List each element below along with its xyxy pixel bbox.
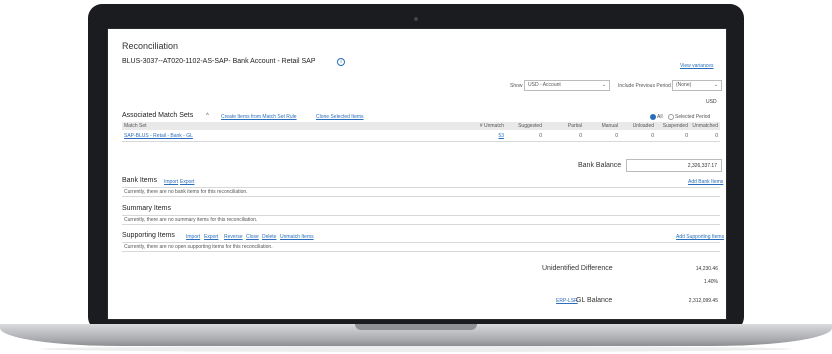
cell-suspended: 0: [685, 133, 688, 139]
import-bank-link[interactable]: Import: [164, 179, 178, 185]
import-supporting-link[interactable]: Import: [186, 234, 200, 240]
period-select-value: (None): [676, 82, 692, 88]
clone-items-link[interactable]: Clone Selected Items: [316, 114, 364, 120]
cell-suggested: 0: [539, 133, 542, 139]
close-link[interactable]: Close: [246, 234, 259, 240]
radio-selected-period[interactable]: [668, 114, 674, 120]
period-select[interactable]: (None) ⌄: [672, 80, 722, 91]
unmatch-items-link[interactable]: Unmatch Items: [280, 234, 314, 240]
bank-balance-label: Bank Balance: [578, 162, 622, 169]
divider: [122, 215, 720, 216]
laptop-notch: [355, 324, 477, 330]
chevron-down-icon: ⌄: [714, 82, 719, 88]
col-match-set: Match Set: [124, 123, 147, 129]
reverse-link[interactable]: Reverse: [224, 234, 243, 240]
account-title: BLUS-3037--AT020-1102-AS-SAP- Bank Accou…: [122, 58, 316, 65]
unidentified-value: 14,230.46: [695, 266, 718, 272]
info-icon[interactable]: i: [337, 58, 345, 66]
divider: [122, 224, 720, 225]
unidentified-percent: 1.40%: [703, 279, 718, 285]
cell-manual: 0: [615, 133, 618, 139]
unidentified-label: Unidentified Difference: [542, 265, 613, 272]
create-items-link[interactable]: Create Items from Match Set Rule: [221, 114, 297, 120]
cell-unloaded: 0: [651, 133, 654, 139]
divider: [122, 187, 720, 188]
app-screen: Reconciliation BLUS-3037--AT020-1102-AS-…: [107, 28, 727, 320]
bank-items-title: Bank Items: [122, 177, 158, 184]
col-suggested: Suggested: [518, 123, 542, 129]
col-unmatch: # Unmatch: [479, 123, 504, 129]
chevron-down-icon: ⌄: [602, 82, 607, 88]
bank-items-empty: Currently, there are no bank items for t…: [124, 189, 248, 195]
supporting-items-title: Supporting Items: [122, 232, 175, 239]
gl-balance-label: GL Balance: [576, 297, 613, 304]
divider: [122, 251, 720, 252]
col-partial: Partial: [567, 123, 582, 129]
cell-unmatched: 0: [715, 133, 718, 139]
laptop-shadow: [40, 346, 792, 352]
bank-balance-field[interactable]: 2,326,337.17: [626, 159, 722, 172]
divider: [122, 196, 720, 197]
show-select[interactable]: USD - Account ⌄: [524, 80, 610, 91]
bank-balance-value: 2,326,337.17: [687, 163, 717, 169]
camera-icon: [414, 17, 418, 21]
delete-link[interactable]: Delete: [262, 234, 276, 240]
supporting-items-empty: Currently, there are no open supporting …: [124, 244, 273, 250]
col-manual: Manual: [601, 123, 618, 129]
radio-all[interactable]: [650, 114, 656, 120]
match-sets-title: Associated Match Sets: [122, 112, 194, 119]
col-unloaded: Unloaded: [632, 123, 654, 129]
radio-selected-label: Selected Period: [675, 114, 711, 120]
cell-partial: 0: [579, 133, 582, 139]
chevron-up-icon[interactable]: ^: [206, 113, 209, 119]
radio-all-label: All: [657, 114, 663, 120]
view-variances-link[interactable]: View variances: [680, 63, 714, 69]
currency-label: USD: [706, 99, 717, 105]
show-select-value: USD - Account: [528, 82, 561, 88]
col-unmatched: Unmatched: [692, 123, 718, 129]
add-supporting-items-link[interactable]: Add Supporting Items: [676, 234, 724, 240]
col-suspended: Suspended: [662, 123, 688, 129]
add-bank-items-link[interactable]: Add Bank Items: [688, 179, 723, 185]
show-label: Show: [510, 83, 523, 89]
export-supporting-link[interactable]: Export: [204, 234, 218, 240]
divider: [122, 242, 720, 243]
cell-unmatch[interactable]: 53: [468, 133, 504, 139]
divider: [122, 141, 720, 142]
erp-link[interactable]: ERP-LSR: [556, 298, 578, 304]
gl-balance-value: 2,312,099.45: [688, 298, 718, 304]
summary-items-empty: Currently, there are no summary items fo…: [124, 217, 258, 223]
match-set-link[interactable]: SAP-BLUS - Retail - Bank - GL: [124, 133, 193, 139]
page-title: Reconciliation: [122, 41, 179, 51]
summary-items-title: Summary Items: [122, 205, 172, 212]
export-bank-link[interactable]: Export: [180, 179, 194, 185]
period-label: Include Previous Period: [618, 83, 671, 89]
